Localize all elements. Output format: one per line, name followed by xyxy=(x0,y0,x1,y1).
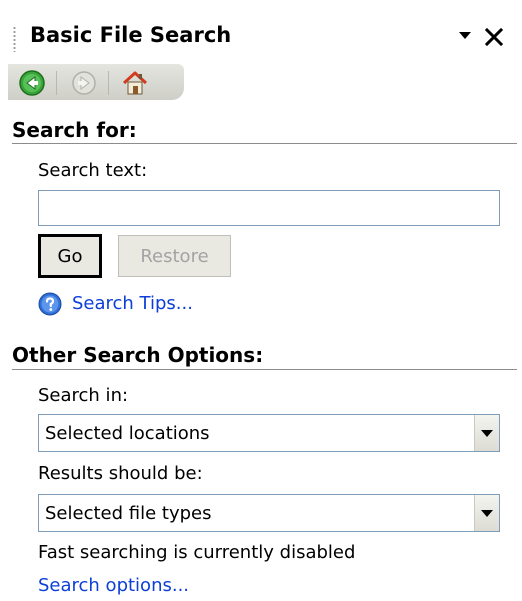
other-search-options-header: Other Search Options: xyxy=(12,343,264,367)
navigation-toolbar xyxy=(8,64,184,100)
search-text-label: Search text: xyxy=(38,160,148,181)
section-divider xyxy=(12,143,517,144)
dropdown-arrow-button[interactable] xyxy=(474,495,499,531)
forward-arrow-icon[interactable] xyxy=(70,69,98,97)
search-text-input[interactable] xyxy=(38,190,500,226)
search-tips-link[interactable]: Search Tips... xyxy=(72,293,193,314)
search-options-link[interactable]: Search options... xyxy=(38,575,189,596)
results-type-value: Selected file types xyxy=(45,503,212,524)
toolbar-separator xyxy=(56,71,57,95)
toolbar-separator xyxy=(108,71,109,95)
home-icon[interactable] xyxy=(121,69,149,97)
drag-grip-icon[interactable] xyxy=(13,26,16,52)
back-arrow-icon[interactable] xyxy=(18,69,46,97)
results-should-be-label: Results should be: xyxy=(38,463,203,484)
help-icon[interactable] xyxy=(38,292,62,316)
section-divider xyxy=(12,369,517,370)
go-button[interactable]: Go xyxy=(38,234,102,278)
chevron-down-icon xyxy=(481,430,493,437)
search-in-value: Selected locations xyxy=(45,423,210,444)
task-pane-title: Basic File Search xyxy=(30,23,232,47)
close-icon[interactable] xyxy=(485,28,503,46)
chevron-down-icon xyxy=(481,510,493,517)
restore-button[interactable]: Restore xyxy=(118,235,231,277)
search-for-header: Search for: xyxy=(12,118,137,142)
search-in-label: Search in: xyxy=(38,385,129,406)
search-in-dropdown[interactable]: Selected locations xyxy=(38,414,500,452)
dropdown-arrow-button[interactable] xyxy=(474,415,499,451)
chevron-down-icon[interactable] xyxy=(459,32,471,39)
fast-search-status: Fast searching is currently disabled xyxy=(38,542,356,563)
results-type-dropdown[interactable]: Selected file types xyxy=(38,494,500,532)
task-pane-title-bar: Basic File Search xyxy=(0,0,522,63)
